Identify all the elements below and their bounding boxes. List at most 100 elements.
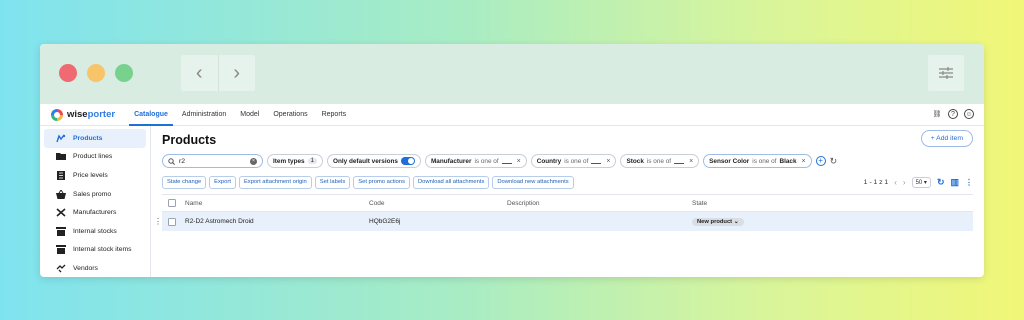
columns-icon[interactable]: ▥ (950, 177, 959, 188)
filter-sensor-color[interactable]: Sensor Color is one of Black × (703, 154, 812, 168)
tab-reports[interactable]: Reports (315, 104, 354, 126)
sidebar-item-label: Products (73, 134, 103, 142)
status-badge[interactable]: New product ⌄ (692, 218, 744, 226)
row-checkbox[interactable] (168, 217, 176, 226)
prev-page-icon[interactable]: ‹ (894, 178, 897, 187)
search-icon (168, 157, 175, 165)
add-item-button[interactable]: + Add item (920, 130, 973, 147)
chevron-down-icon: ⌄ (733, 219, 739, 225)
column-header-code[interactable]: Code (369, 200, 507, 207)
sidebar-item-label: Product lines (73, 153, 113, 161)
set-labels-button[interactable]: Set labels (314, 175, 351, 189)
refresh-icon[interactable]: ↻ (937, 177, 945, 188)
chevron-right-icon: › (233, 61, 241, 84)
search-input[interactable]: r2 × (162, 154, 263, 168)
minimize-window-button[interactable] (87, 64, 105, 82)
maximize-window-button[interactable] (115, 64, 133, 82)
tab-catalogue[interactable]: Catalogue (127, 104, 175, 126)
filter-label: Item types (273, 157, 305, 165)
tab-model[interactable]: Model (233, 104, 266, 126)
filter-operator: is one of (752, 157, 777, 165)
chevron-left-icon: ‹ (195, 61, 203, 84)
export-attachment-origin-button[interactable]: Export attachment origin (238, 175, 312, 189)
sidebar-item-products[interactable]: Products (44, 129, 146, 148)
sidebar-item-price-levels[interactable]: Price levels (44, 166, 146, 185)
pagination: 1 - 1 z 1 ‹ › 50 ▾ ↻ ▥ ⋮ (864, 175, 973, 189)
next-page-icon[interactable]: › (903, 178, 906, 187)
main-content: Products + Add item r2 × Item types 1 On… (151, 126, 984, 277)
remove-filter-icon[interactable]: × (689, 158, 693, 165)
select-all-checkbox[interactable] (168, 199, 176, 207)
page-title: Products (162, 133, 217, 147)
sidebar-item-product-lines[interactable]: Product lines (44, 148, 146, 167)
column-header-name[interactable]: Name (185, 200, 369, 207)
filter-manufacturer[interactable]: Manufacturer is one of × (424, 154, 527, 168)
page-size-value: 50 (915, 179, 923, 186)
sidebar-item-label: Manufacturers (73, 209, 117, 217)
status-label: New product (697, 219, 733, 225)
store-items-icon (56, 245, 66, 255)
sidebar: Products Product lines Price levels Sale… (40, 126, 151, 277)
sidebar-item-label: Internal stock items (73, 246, 132, 254)
filter-operator: is one of (474, 157, 499, 165)
remove-filter-icon[interactable]: × (517, 158, 521, 165)
logo-suffix: porter (87, 109, 116, 120)
user-icon[interactable]: ☺ (964, 109, 974, 119)
forward-button[interactable]: › (217, 55, 256, 91)
reset-filters-icon[interactable]: ↻ (830, 156, 838, 167)
column-header-state[interactable]: State (692, 200, 973, 207)
price-list-icon (56, 170, 66, 180)
page-size-select[interactable]: 50 ▾ (911, 176, 931, 188)
remove-filter-icon[interactable]: × (606, 158, 610, 165)
link-icon[interactable]: ⛓ (932, 109, 942, 119)
tab-administration[interactable]: Administration (175, 104, 233, 126)
more-options-icon[interactable]: ⋮ (965, 178, 973, 187)
only-default-toggle[interactable] (400, 157, 415, 165)
close-window-button[interactable] (59, 64, 77, 82)
table-row[interactable]: R2-D2 Astromech Droid HQbG2E6j New produ… (162, 212, 973, 231)
help-icon[interactable]: ? (948, 109, 958, 119)
sidebar-item-label: Vendors (73, 264, 98, 272)
logo-mark-icon (51, 108, 63, 121)
filter-value-empty (501, 158, 512, 164)
state-change-button[interactable]: State change (162, 175, 207, 189)
column-header-description[interactable]: Description (507, 200, 692, 207)
settings-button[interactable] (928, 55, 964, 91)
folder-icon (56, 152, 66, 161)
filter-value-empty (591, 158, 602, 164)
filter-label: Manufacturer (430, 157, 472, 165)
add-filter-icon[interactable]: + (815, 156, 826, 166)
sidebar-item-internal-stock-items[interactable]: Internal stock items (44, 241, 146, 260)
search-value: r2 (179, 157, 186, 165)
remove-filter-icon[interactable]: × (802, 158, 806, 165)
tools-icon (56, 208, 66, 217)
clear-search-icon[interactable]: × (250, 157, 257, 165)
filter-operator: is one of (646, 157, 672, 165)
app-window: ‹ › wiseporter Catalogue Administration … (40, 44, 984, 277)
filter-country[interactable]: Country is one of × (530, 154, 617, 168)
store-icon (56, 226, 66, 236)
products-icon (56, 134, 66, 143)
download-all-attachments-button[interactable]: Download all attachments (412, 175, 490, 189)
sidebar-item-vendors[interactable]: Vendors (44, 259, 146, 277)
download-new-attachments-button[interactable]: Download new attachments (492, 175, 574, 189)
set-promo-actions-button[interactable]: Set promo actions (353, 175, 410, 189)
top-navigation: wiseporter Catalogue Administration Mode… (40, 104, 984, 126)
back-button[interactable]: ‹ (181, 55, 218, 91)
sidebar-item-manufacturers[interactable]: Manufacturers (44, 203, 146, 222)
cell-code: HQbG2E6j (369, 218, 401, 225)
basket-icon (56, 188, 66, 199)
filter-stock[interactable]: Stock is one of × (620, 154, 700, 168)
row-menu-icon[interactable]: ⋮ (154, 217, 162, 226)
sidebar-item-internal-stocks[interactable]: Internal stocks (44, 222, 146, 241)
wiseporter-logo[interactable]: wiseporter (51, 108, 116, 121)
table-header: Name Code Description State (162, 195, 973, 212)
filter-item-types[interactable]: Item types 1 (267, 154, 323, 168)
cell-name: R2-D2 Astromech Droid (185, 218, 254, 225)
tab-operations[interactable]: Operations (266, 104, 314, 126)
sidebar-item-sales-promo[interactable]: Sales promo (44, 185, 146, 204)
filter-only-default-versions[interactable]: Only default versions (326, 154, 421, 168)
export-button[interactable]: Export (209, 175, 236, 189)
handshake-icon (56, 264, 66, 273)
filter-value-empty (674, 158, 685, 164)
